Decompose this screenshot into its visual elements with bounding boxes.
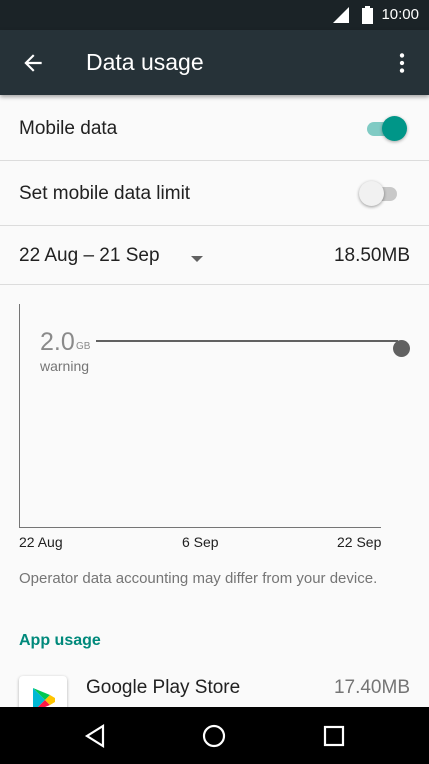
play-store-icon bbox=[19, 676, 67, 707]
page-title: Data usage bbox=[86, 49, 204, 75]
status-time: 10:00 bbox=[381, 6, 419, 23]
navigation-bar bbox=[0, 707, 429, 764]
warning-line[interactable] bbox=[96, 340, 398, 342]
x-tick-mid: 6 Sep bbox=[182, 534, 219, 550]
app-name: Google Play Store bbox=[86, 677, 241, 698]
usage-chart: 2.0 GB warning 22 Aug 6 Sep 22 Sep bbox=[0, 286, 429, 556]
billing-cycle-row: 22 Aug – 21 Sep 18.50MB bbox=[0, 226, 429, 285]
back-nav-icon[interactable] bbox=[82, 722, 110, 750]
mobile-data-row[interactable]: Mobile data bbox=[0, 96, 429, 161]
x-tick-end: 22 Sep bbox=[337, 534, 382, 550]
app-usage-item[interactable]: Google Play Store 17.40MB bbox=[0, 665, 429, 707]
warning-value: 2.0 bbox=[40, 328, 75, 356]
data-limit-row[interactable]: Set mobile data limit bbox=[0, 161, 429, 226]
warning-label: warning bbox=[40, 358, 90, 374]
cycle-selector[interactable]: 22 Aug – 21 Sep bbox=[19, 245, 160, 267]
warning-drag-handle[interactable] bbox=[393, 340, 410, 357]
mobile-data-toggle[interactable] bbox=[367, 116, 407, 141]
home-nav-icon[interactable] bbox=[200, 722, 228, 750]
signal-icon bbox=[333, 7, 349, 28]
mobile-data-label: Mobile data bbox=[19, 118, 118, 139]
app-bar: Data usage bbox=[0, 30, 429, 95]
accounting-note: Operator data accounting may differ from… bbox=[19, 570, 378, 587]
cycle-usage-amount: 18.50MB bbox=[333, 245, 410, 266]
warning-unit: GB bbox=[76, 341, 91, 352]
app-usage-amount: 17.40MB bbox=[333, 677, 410, 698]
recents-nav-icon[interactable] bbox=[320, 722, 348, 750]
app-usage-heading: App usage bbox=[19, 632, 101, 649]
more-options-icon[interactable] bbox=[389, 50, 415, 76]
data-limit-toggle[interactable] bbox=[359, 181, 397, 206]
status-bar: 10:00 bbox=[0, 0, 429, 30]
battery-icon bbox=[362, 6, 373, 29]
back-arrow-icon[interactable] bbox=[20, 50, 46, 76]
data-limit-label: Set mobile data limit bbox=[19, 183, 191, 204]
dropdown-arrow-icon[interactable] bbox=[190, 251, 204, 262]
x-tick-start: 22 Aug bbox=[19, 534, 63, 550]
chart-y-axis bbox=[19, 304, 20, 528]
chart-x-axis bbox=[19, 527, 381, 528]
